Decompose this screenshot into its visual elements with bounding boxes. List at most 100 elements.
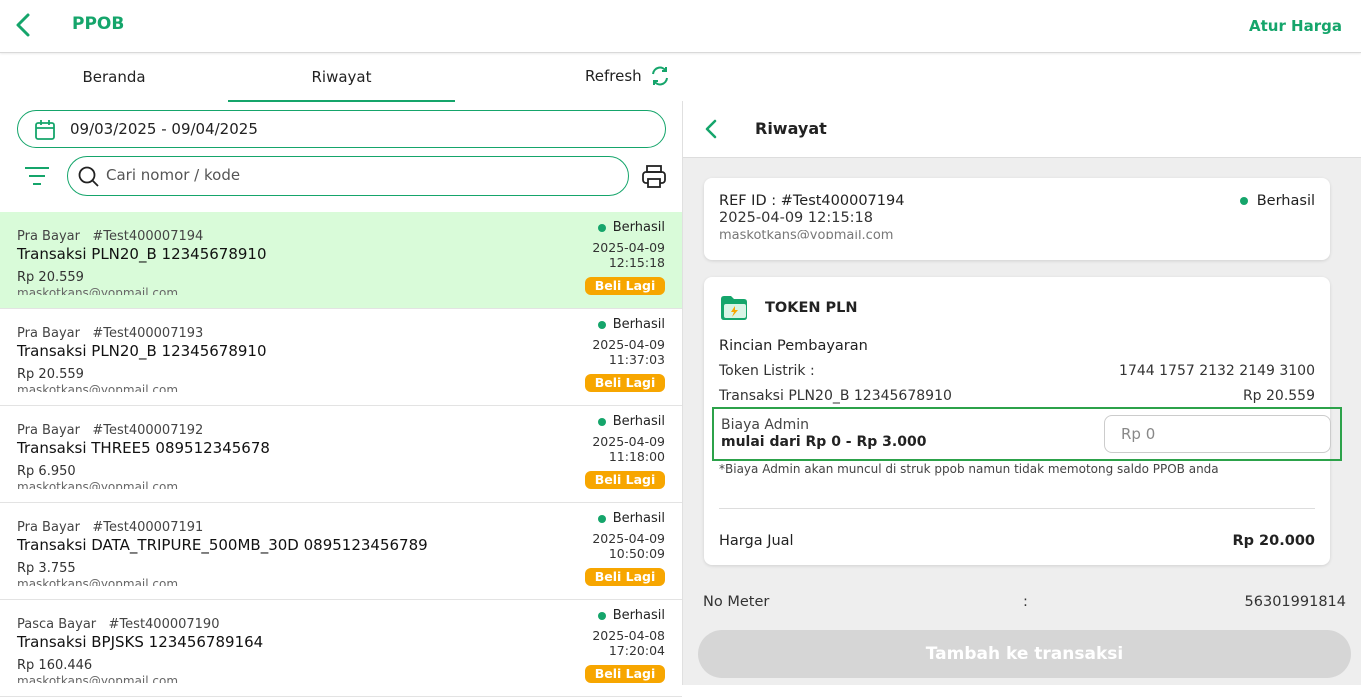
tab-bar: Beranda Riwayat — [0, 54, 682, 102]
status-badge: Berhasil — [597, 511, 665, 526]
meter-label: No Meter — [703, 594, 770, 610]
transaction-name: Transaksi THREE5 089512345678 — [17, 439, 270, 457]
transaction-price: Rp 3.755 — [17, 561, 76, 576]
top-bar: PPOB Atur Harga — [0, 0, 1361, 53]
search-input[interactable] — [106, 166, 606, 184]
payment-card: TOKEN PLN Rincian Pembayaran Token Listr… — [704, 277, 1342, 565]
transaction-datetime: 2025-04-09 11:37:03 — [592, 337, 665, 367]
detail-panel: Riwayat REF ID : #Test400007194 2025-04-… — [683, 101, 1361, 685]
back-button[interactable] — [12, 12, 36, 38]
status-dot-icon — [597, 514, 606, 523]
search-icon — [78, 166, 99, 187]
date-range-picker[interactable]: 09/03/2025 - 09/04/2025 — [17, 110, 666, 148]
transaction-type: Pasca Bayar #Test400007190 — [17, 617, 220, 632]
refresh-label: Refresh — [585, 67, 642, 85]
transaction-name: Transaksi DATA_TRIPURE_500MB_30D 0895123… — [17, 536, 428, 554]
transaction-list-panel: 09/03/2025 - 09/04/2025 Pra Bayar #Test4… — [0, 101, 683, 697]
transaction-email: maskotkans@yopmail.com — [17, 286, 179, 295]
transaction-row[interactable]: Pra Bayar #Test400007193 Transaksi PLN20… — [0, 309, 682, 406]
transaction-price: Rp 20.559 — [17, 367, 84, 382]
status-dot-icon — [1239, 197, 1248, 205]
transaction-name: Transaksi PLN20_B 12345678910 — [17, 245, 267, 263]
admin-fee-section: Biaya Admin mulai dari Rp 0 - Rp 3.000 — [712, 407, 1342, 461]
transaction-email: maskotkans@yopmail.com — [17, 383, 179, 392]
tambah-transaksi-button[interactable]: Tambah ke transaksi — [698, 630, 1351, 678]
transaction-row-detail: Transaksi PLN20_B 12345678910 Rp 20.559 — [719, 388, 1315, 404]
trx-value: Rp 20.559 — [1242, 388, 1315, 404]
harga-label: Harga Jual — [719, 533, 794, 549]
transaction-name: Transaksi BPJSKS 123456789164 — [17, 633, 264, 651]
status-dot-icon — [597, 320, 606, 329]
transaction-email: maskotkans@yopmail.com — [17, 577, 179, 586]
calendar-icon — [35, 120, 55, 140]
printer-icon[interactable] — [641, 165, 667, 189]
transaction-row[interactable]: Pra Bayar #Test400007194 Transaksi PLN20… — [0, 212, 682, 309]
meter-colon: : — [1023, 594, 1028, 610]
transaction-name: Transaksi PLN20_B 12345678910 — [17, 342, 267, 360]
transaction-type: Pra Bayar #Test400007192 — [17, 423, 204, 438]
transaction-datetime: 2025-04-08 17:20:04 — [592, 628, 665, 658]
transaction-datetime: 2025-04-09 12:15:18 — [592, 240, 665, 270]
refresh-button[interactable]: Refresh — [585, 66, 670, 86]
meter-row: No Meter : 56301991814 — [703, 594, 1346, 610]
token-pln-icon — [721, 296, 747, 320]
transaction-price: Rp 160.446 — [17, 658, 93, 673]
status-badge: Berhasil — [597, 220, 665, 235]
search-box — [67, 156, 629, 196]
transaction-price: Rp 20.559 — [17, 270, 84, 285]
status-dot-icon — [597, 611, 606, 620]
admin-fee-input[interactable] — [1104, 415, 1331, 453]
transaction-type: Pra Bayar #Test400007191 — [17, 520, 204, 535]
token-value: 1744 1757 2132 2149 3100 — [1119, 363, 1315, 379]
beli-lagi-button[interactable]: Beli Lagi — [585, 568, 665, 586]
transaction-email: maskotkans@yopmail.com — [17, 674, 179, 683]
chevron-left-icon — [16, 13, 30, 37]
status-badge: Berhasil — [597, 608, 665, 623]
beli-lagi-button[interactable]: Beli Lagi — [585, 374, 665, 392]
transaction-row[interactable]: Pasca Bayar #Test400007190 Transaksi BPJ… — [0, 600, 682, 697]
transaction-datetime: 2025-04-09 11:18:00 — [592, 434, 665, 464]
detail-title: Riwayat — [755, 119, 827, 138]
filter-icon[interactable] — [24, 166, 50, 186]
token-row: Token Listrik : 1744 1757 2132 2149 3100 — [719, 363, 1315, 379]
status-badge: Berhasil — [597, 414, 665, 429]
ref-datetime: 2025-04-09 12:15:18 — [719, 210, 873, 226]
token-label: Token Listrik : — [719, 363, 815, 379]
transaction-list: Pra Bayar #Test400007194 Transaksi PLN20… — [0, 212, 682, 697]
admin-label: Biaya Admin — [721, 417, 810, 433]
beli-lagi-button[interactable]: Beli Lagi — [585, 277, 665, 295]
transaction-row[interactable]: Pra Bayar #Test400007191 Transaksi DATA_… — [0, 503, 682, 600]
transaction-email: maskotkans@yopmail.com — [17, 480, 179, 489]
beli-lagi-button[interactable]: Beli Lagi — [585, 665, 665, 683]
detail-header: Riwayat — [683, 101, 1361, 158]
beli-lagi-button[interactable]: Beli Lagi — [585, 471, 665, 489]
tab-riwayat[interactable]: Riwayat — [228, 54, 455, 102]
ref-email: maskotkans@yopmail.com — [719, 230, 894, 239]
harga-jual-row: Harga Jual Rp 20.000 — [719, 533, 1315, 549]
transaction-type: Pra Bayar #Test400007194 — [17, 229, 204, 244]
date-range-value: 09/03/2025 - 09/04/2025 — [70, 120, 258, 138]
ref-card: REF ID : #Test400007194 2025-04-09 12:15… — [704, 178, 1330, 260]
product-name: TOKEN PLN — [765, 300, 858, 316]
transaction-datetime: 2025-04-09 10:50:09 — [592, 531, 665, 561]
status-dot-icon — [597, 223, 606, 232]
app-title: PPOB — [72, 14, 125, 34]
transaction-type: Pra Bayar #Test400007193 — [17, 326, 204, 341]
divider — [719, 508, 1315, 509]
harga-value: Rp 20.000 — [1232, 533, 1315, 549]
transaction-row[interactable]: Pra Bayar #Test400007192 Transaksi THREE… — [0, 406, 682, 503]
refresh-icon — [651, 66, 668, 86]
atur-harga-link[interactable]: Atur Harga — [1249, 17, 1342, 35]
admin-range: mulai dari Rp 0 - Rp 3.000 — [721, 434, 927, 450]
status-badge: Berhasil — [1239, 193, 1315, 209]
tab-beranda[interactable]: Beranda — [0, 54, 228, 102]
transaction-price: Rp 6.950 — [17, 464, 76, 479]
meter-value: 56301991814 — [1244, 594, 1346, 610]
trx-label: Transaksi PLN20_B 12345678910 — [719, 388, 952, 404]
status-badge: Berhasil — [597, 317, 665, 332]
status-dot-icon — [597, 417, 606, 426]
rincian-heading: Rincian Pembayaran — [719, 338, 868, 354]
ref-id: REF ID : #Test400007194 — [719, 193, 905, 209]
admin-note: *Biaya Admin akan muncul di struk ppob n… — [719, 462, 1219, 476]
chevron-left-icon[interactable] — [703, 119, 719, 139]
